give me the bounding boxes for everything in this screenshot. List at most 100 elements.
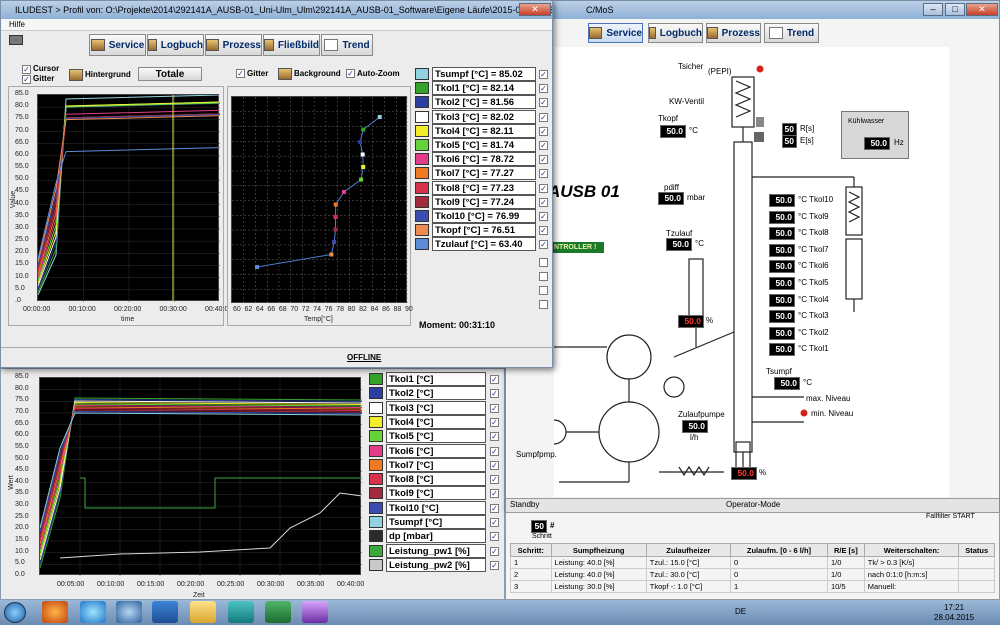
column-temp-value[interactable]: 50.0 bbox=[769, 326, 795, 340]
legend-checkbox[interactable]: ✓ bbox=[539, 70, 548, 79]
lab-app-icon[interactable] bbox=[302, 601, 328, 623]
start-button[interactable] bbox=[4, 602, 26, 623]
legend-checkbox-empty[interactable] bbox=[539, 258, 548, 267]
bg-legend-entry[interactable]: Tkol4 [°C] bbox=[386, 414, 486, 429]
legend-checkbox[interactable]: ✓ bbox=[539, 112, 548, 122]
legend-checkbox[interactable]: ✓ bbox=[539, 155, 548, 165]
column-temp-value[interactable]: 50.0 bbox=[769, 194, 795, 207]
bg-legend-entry[interactable]: Tkol6 [°C] bbox=[386, 443, 486, 458]
table-row[interactable]: 1 Leistung: 40.0 [%] Tzul.: 15.0 [°C] 0 1/0 T… bbox=[510, 556, 995, 569]
bg-legend-entry[interactable]: Tkol5 [°C] bbox=[386, 429, 486, 444]
legend-entry[interactable]: Tkopf [°C] = 76.51 bbox=[432, 223, 536, 238]
legend-entry[interactable]: Tkol5 [°C] = 81.74 bbox=[432, 138, 536, 152]
bg-legend-checkbox[interactable]: ✓ bbox=[490, 460, 499, 470]
schritt-value[interactable]: 50 bbox=[531, 520, 547, 533]
bg-legend-checkbox[interactable]: ✓ bbox=[490, 489, 499, 499]
bg-legend-checkbox[interactable]: ✓ bbox=[490, 560, 499, 570]
legend-checkbox[interactable]: ✓ bbox=[539, 212, 548, 221]
legend-checkbox[interactable]: ✓ bbox=[539, 183, 548, 193]
bg-legend-entry[interactable]: Tkol7 [°C] bbox=[386, 457, 486, 472]
language-indicator[interactable]: DE bbox=[735, 607, 746, 616]
hintergrund-icon[interactable] bbox=[69, 69, 83, 81]
bg-legend-entry[interactable]: Leistung_pw1 [%] bbox=[386, 543, 486, 558]
bg-trend-plot[interactable] bbox=[39, 377, 363, 576]
fs-trend-button[interactable]: Trend bbox=[764, 23, 819, 43]
firefox-icon[interactable] bbox=[42, 601, 68, 623]
column-temp-value[interactable]: 50.0 bbox=[769, 293, 795, 307]
excel-icon[interactable] bbox=[265, 601, 291, 623]
sumpf-heater-value[interactable]: 50.0 bbox=[731, 467, 757, 480]
bg-legend-checkbox[interactable]: ✓ bbox=[490, 432, 499, 442]
legend-checkbox-empty[interactable] bbox=[539, 272, 548, 281]
fs-logbuch-button[interactable]: Logbuch bbox=[648, 23, 703, 43]
bg-legend-checkbox[interactable]: ✓ bbox=[490, 403, 499, 413]
column-temp-value[interactable]: 50.0 bbox=[769, 343, 795, 357]
bg-legend-checkbox[interactable]: ✓ bbox=[490, 532, 499, 542]
legend-entry[interactable]: Tzulauf [°C] = 63.40 bbox=[432, 237, 536, 252]
legend-entry[interactable]: Tkol10 [°C] = 76.99 bbox=[432, 209, 536, 223]
bg-legend-checkbox[interactable]: ✓ bbox=[490, 475, 499, 485]
bg-legend-entry[interactable]: dp [mbar] bbox=[386, 529, 486, 544]
bg-legend-entry[interactable]: Tsumpf [°C] bbox=[386, 515, 486, 529]
bg-legend-checkbox[interactable]: ✓ bbox=[490, 446, 499, 456]
totale-button[interactable]: Totale bbox=[138, 67, 202, 81]
close-button[interactable]: ✕ bbox=[966, 3, 998, 16]
legend-entry[interactable]: Tkol1 [°C] = 82.14 bbox=[432, 81, 536, 96]
minimize-button[interactable]: – bbox=[923, 3, 943, 16]
column-temp-value[interactable]: 50.0 bbox=[769, 310, 795, 324]
bg-legend-checkbox[interactable]: ✓ bbox=[490, 518, 499, 527]
tsumpf-value[interactable]: 50.0 bbox=[774, 377, 800, 390]
trend-button[interactable]: Trend bbox=[321, 34, 373, 56]
menu-hilfe[interactable]: Hilfe bbox=[9, 20, 25, 29]
gitter-left-checkbox[interactable]: ✓ bbox=[22, 75, 31, 84]
outlook-icon[interactable] bbox=[152, 601, 178, 623]
temperature-profile-plot[interactable] bbox=[231, 96, 409, 304]
bg-legend-checkbox[interactable]: ✓ bbox=[490, 503, 499, 513]
legend-entry[interactable]: Tkol3 [°C] = 82.02 bbox=[432, 109, 536, 124]
table-row[interactable]: 3 Leistung: 30.0 [%] Tkopf -: 1.0 [°C] 1 10/… bbox=[510, 580, 995, 593]
clock-time[interactable]: 17:21 bbox=[944, 603, 964, 612]
column-temp-value[interactable]: 50.0 bbox=[769, 277, 795, 290]
legend-checkbox[interactable]: ✓ bbox=[539, 84, 548, 94]
zulaufpumpe-value[interactable]: 50.0 bbox=[682, 420, 708, 433]
bg-legend-entry[interactable]: Tkol1 [°C] bbox=[386, 372, 486, 386]
legend-checkbox[interactable]: ✓ bbox=[539, 141, 548, 150]
time-plot[interactable] bbox=[37, 94, 221, 302]
bg-legend-checkbox[interactable]: ✓ bbox=[490, 546, 499, 556]
legend-entry[interactable]: Tkol7 [°C] = 77.27 bbox=[432, 166, 536, 181]
kuehlwasser-value[interactable]: 50.0 bbox=[864, 137, 890, 150]
tzulauf-value[interactable]: 50.0 bbox=[666, 238, 692, 251]
table-row[interactable]: 2 Leistung: 40.0 [%] Tzul.: 30.0 [°C] 0 1/0 n… bbox=[510, 568, 995, 581]
legend-entry[interactable]: Tsumpf [°C] = 85.02 bbox=[432, 67, 536, 81]
service-button[interactable]: Service bbox=[89, 34, 146, 56]
bg-legend-entry[interactable]: Tkol10 [°C] bbox=[386, 500, 486, 515]
logbuch-button[interactable]: Logbuch bbox=[147, 34, 204, 56]
fs-prozess-button[interactable]: Prozess bbox=[706, 23, 761, 43]
fliessbild-button[interactable]: Fließbild bbox=[263, 34, 320, 56]
legend-checkbox[interactable]: ✓ bbox=[539, 126, 548, 136]
bg-legend-entry[interactable]: Tkol8 [°C] bbox=[386, 472, 486, 487]
cursor-checkbox[interactable]: ✓ bbox=[22, 65, 31, 74]
bg-legend-checkbox[interactable]: ✓ bbox=[490, 375, 499, 384]
maximize-button[interactable]: □ bbox=[945, 3, 965, 16]
legend-entry[interactable]: Tkol6 [°C] = 78.72 bbox=[432, 152, 536, 167]
clock-date[interactable]: 28.04.2015 bbox=[934, 613, 974, 622]
column-temp-value[interactable]: 50.0 bbox=[769, 210, 795, 224]
media-player-icon[interactable] bbox=[116, 601, 142, 623]
background-icon[interactable] bbox=[278, 68, 292, 80]
legend-entry[interactable]: Tkol4 [°C] = 82.11 bbox=[432, 123, 536, 138]
legend-checkbox[interactable]: ✓ bbox=[539, 169, 548, 179]
column-temp-value[interactable]: 50.0 bbox=[769, 260, 795, 274]
gitter-right-checkbox[interactable]: ✓ bbox=[236, 69, 245, 78]
pdiff-value[interactable]: 50.0 bbox=[658, 192, 684, 205]
heater-value[interactable]: 50.0 bbox=[678, 315, 704, 328]
bg-legend-entry[interactable]: Tkol3 [°C] bbox=[386, 400, 486, 415]
bg-legend-entry[interactable]: Tkol2 [°C] bbox=[386, 386, 486, 401]
internet-explorer-icon[interactable] bbox=[80, 601, 106, 623]
legend-checkbox[interactable]: ✓ bbox=[539, 226, 548, 236]
legend-checkbox[interactable]: ✓ bbox=[539, 240, 548, 250]
es-value[interactable]: 50 bbox=[782, 135, 797, 148]
column-temp-value[interactable]: 50.0 bbox=[769, 227, 795, 241]
bg-legend-checkbox[interactable]: ✓ bbox=[490, 417, 499, 427]
fs-service-button[interactable]: Service bbox=[588, 23, 643, 43]
